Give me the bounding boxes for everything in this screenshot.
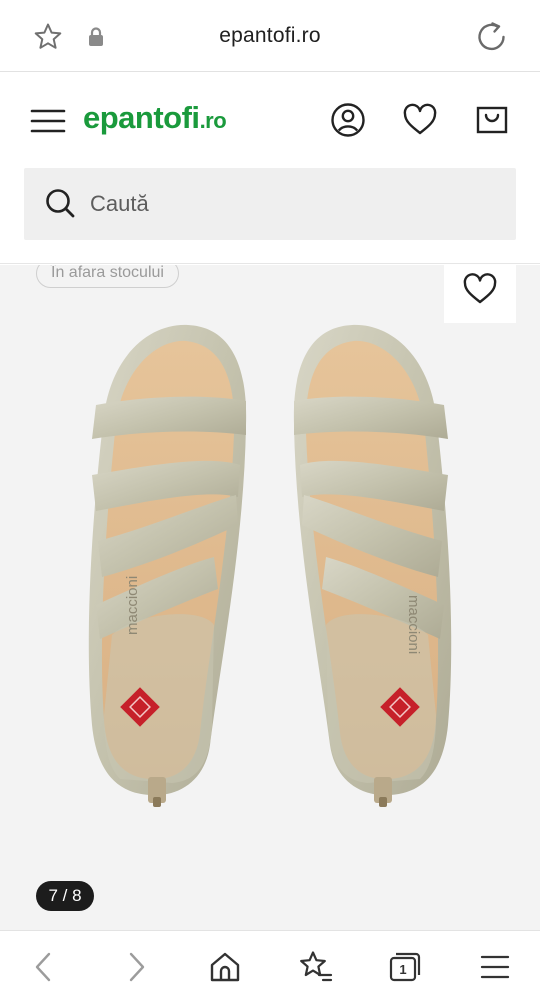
insole-brand-text-right: maccioni — [405, 595, 422, 654]
tab-count: 1 — [399, 962, 407, 977]
right-sandal: maccioni — [293, 324, 452, 807]
forward-button[interactable] — [118, 949, 154, 985]
url-text[interactable]: epantofi.ro — [0, 24, 540, 48]
product-image[interactable]: maccioni maccioni — [0, 305, 540, 865]
heart-icon[interactable] — [402, 102, 438, 138]
shopping-bag-icon[interactable] — [474, 102, 510, 138]
search-input[interactable] — [90, 168, 490, 240]
gallery-counter: 7 / 8 — [36, 881, 94, 911]
search-icon[interactable] — [44, 187, 76, 219]
add-to-wishlist-button[interactable] — [444, 265, 516, 323]
menu-icon — [480, 955, 510, 979]
back-icon — [35, 952, 51, 982]
favorites-icon — [300, 951, 333, 982]
browser-bottom-nav: 1 — [0, 930, 540, 1002]
out-of-stock-badge: În afara stocului — [36, 265, 179, 288]
site-header: epantofi.ro — [0, 72, 540, 264]
logo-main: epantofi — [83, 100, 200, 135]
heart-icon — [463, 273, 497, 304]
back-button[interactable] — [26, 949, 62, 985]
site-logo[interactable]: epantofi.ro — [83, 100, 227, 140]
home-button[interactable] — [207, 949, 243, 985]
account-icon[interactable] — [330, 102, 366, 138]
product-gallery[interactable]: maccioni maccioni În afara stocului 7 / … — [0, 265, 540, 930]
forward-icon — [129, 952, 145, 982]
home-icon — [210, 952, 240, 982]
search-bar[interactable] — [24, 168, 516, 240]
tabs-button[interactable]: 1 — [387, 949, 423, 985]
left-sandal: maccioni — [88, 324, 247, 807]
reload-icon[interactable] — [475, 20, 509, 54]
logo-tld: .ro — [199, 108, 227, 133]
insole-brand-text: maccioni — [124, 576, 141, 635]
browser-address-bar: epantofi.ro — [0, 0, 540, 72]
hamburger-menu-icon[interactable] — [30, 108, 66, 134]
favorites-button[interactable] — [297, 949, 333, 985]
browser-menu-button[interactable] — [477, 949, 513, 985]
